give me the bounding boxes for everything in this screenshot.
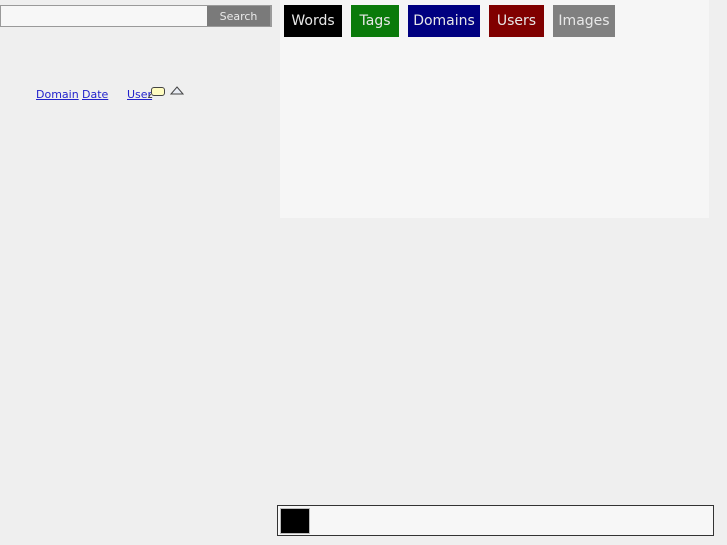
search-box-edge: [270, 6, 271, 26]
tab-domains[interactable]: Domains: [408, 5, 480, 37]
sort-by-domain-link[interactable]: Domain: [36, 88, 79, 101]
tab-tags[interactable]: Tags: [351, 5, 399, 37]
color-swatch[interactable]: [280, 508, 310, 534]
search-form: Search: [0, 5, 272, 27]
up-triangle-icon[interactable]: [170, 86, 184, 95]
search-input[interactable]: [1, 6, 206, 26]
bottom-bar: [277, 505, 714, 536]
search-button[interactable]: Search: [207, 6, 270, 26]
tab-users[interactable]: Users: [489, 5, 544, 37]
tab-words[interactable]: Words: [284, 5, 342, 37]
tab-images[interactable]: Images: [553, 5, 615, 37]
sort-by-date-link[interactable]: Date: [82, 88, 108, 101]
speech-bubble-icon[interactable]: [151, 87, 165, 96]
